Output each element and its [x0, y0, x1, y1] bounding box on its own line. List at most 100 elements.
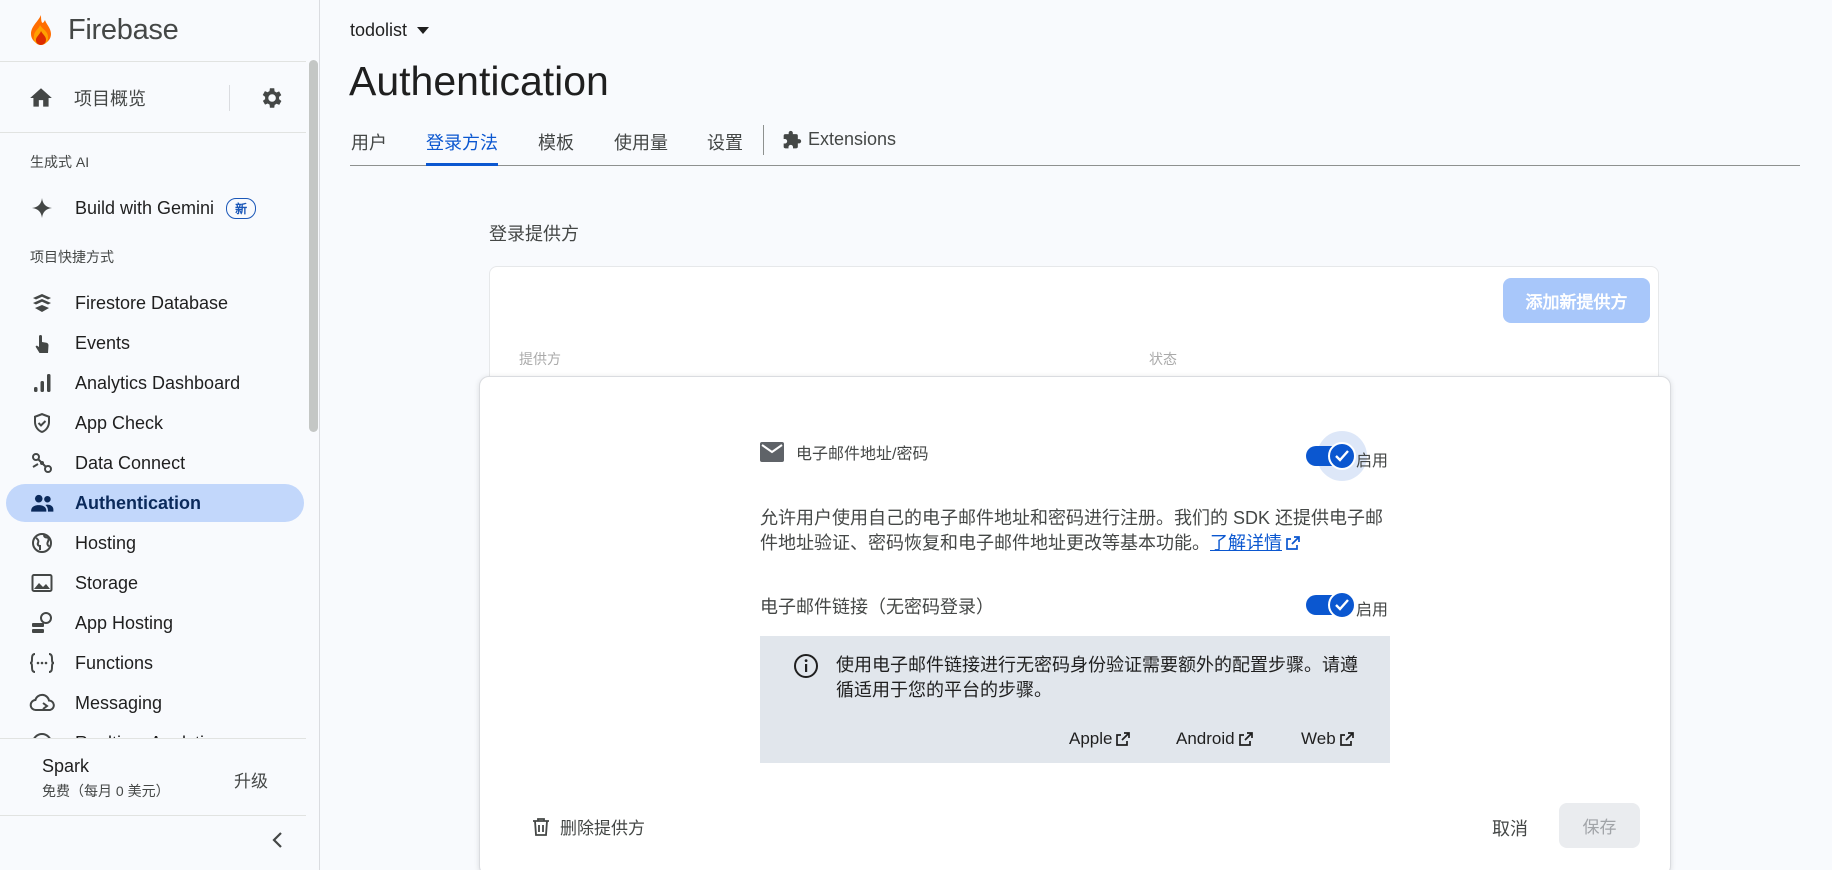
project-selector[interactable]: todolist — [350, 20, 430, 41]
learn-more-link[interactable]: 了解详情 — [1210, 533, 1282, 553]
delete-provider-label: 删除提供方 — [560, 819, 645, 838]
provider-edit-panel — [479, 376, 1671, 870]
plan-description: 免费（每月 0 美元） — [42, 783, 170, 799]
add-provider-button[interactable]: 添加新提供方 — [1503, 278, 1650, 323]
platform-label: Apple — [1069, 729, 1113, 748]
section-title-shortcuts: 项目快捷方式 — [30, 249, 114, 265]
tab-extensions[interactable]: Extensions — [782, 129, 896, 166]
sidebar-item-label: App Check — [75, 412, 164, 433]
open-in-new-icon — [1116, 732, 1131, 746]
sidebar-item-events[interactable]: Events — [6, 324, 304, 362]
divider — [0, 132, 306, 133]
gear-icon[interactable] — [258, 85, 284, 111]
platform-label: Android — [1176, 729, 1235, 748]
platform-label: Web — [1301, 729, 1336, 748]
sidebar-item-label: Functions — [75, 652, 154, 673]
sidebar-item-label: Authentication — [75, 492, 201, 513]
home-icon — [30, 88, 52, 107]
sidebar-scrollbar[interactable] — [309, 60, 318, 432]
sidebar-item-messaging[interactable]: Messaging — [6, 684, 304, 722]
firestore-icon — [29, 290, 55, 316]
sidebar-item-label: Data Connect — [75, 452, 186, 473]
tab-usage[interactable]: 使用量 — [614, 129, 668, 166]
globe-icon — [29, 530, 55, 556]
sidebar-item-analytics-dashboard[interactable]: Analytics Dashboard — [6, 364, 304, 402]
open-in-new-icon — [1286, 536, 1300, 550]
app-hosting-icon — [29, 610, 55, 636]
sidebar-item-app-check[interactable]: App Check — [6, 404, 304, 442]
info-icon — [794, 654, 818, 678]
project-overview-link[interactable]: 项目概览 — [28, 80, 298, 116]
touch-icon — [29, 330, 55, 356]
sidebar-item-label: Storage — [75, 572, 139, 593]
project-overview-label: 项目概览 — [74, 89, 146, 109]
new-badge: 新 — [226, 197, 257, 219]
email-link-label: 电子邮件链接（无密码登录） — [760, 597, 994, 617]
firebase-flame-icon — [31, 15, 51, 46]
column-header-provider: 提供方 — [519, 351, 561, 367]
open-in-new-icon — [1339, 732, 1354, 746]
tab-sign-in-method[interactable]: 登录方法 — [426, 129, 498, 166]
caret-down-icon — [417, 27, 430, 34]
sidebar: Firebase 项目概览 生成式 AI Build with Gemini 新… — [0, 0, 320, 870]
sidebar-item-label: App Hosting — [75, 612, 174, 633]
sidebar-item-app-hosting[interactable]: App Hosting — [6, 604, 304, 642]
email-link-toggle[interactable] — [1306, 591, 1356, 619]
firebase-logo[interactable]: Firebase — [28, 12, 179, 48]
email-provider-description: 允许用户使用自己的电子邮件地址和密码进行注册。我们的 SDK 还提供电子邮件地址… — [760, 506, 1386, 556]
sidebar-item-data-connect[interactable]: Data Connect — [6, 444, 304, 482]
people-icon — [29, 490, 55, 516]
column-header-status: 状态 — [1149, 351, 1177, 367]
cancel-button[interactable]: 取消 — [1492, 815, 1528, 841]
email-provider-label: 电子邮件地址/密码 — [796, 446, 929, 463]
sidebar-item-label: Events — [75, 332, 131, 353]
sidebar-item-hosting[interactable]: Hosting — [6, 524, 304, 562]
tab-extensions-label: Extensions — [808, 129, 897, 149]
sidebar-item-build-with-gemini[interactable]: Build with Gemini 新 — [6, 189, 304, 227]
save-button[interactable]: 保存 — [1559, 803, 1640, 848]
divider — [0, 815, 306, 816]
tab-settings[interactable]: 设置 — [707, 129, 743, 166]
platform-link-web[interactable]: Web — [1301, 729, 1355, 749]
learn-more-text: 了解详情 — [1210, 533, 1282, 553]
providers-title: 登录提供方 — [489, 224, 579, 244]
check-icon — [1328, 442, 1356, 470]
sidebar-item-authentication[interactable]: Authentication — [6, 484, 304, 522]
providers-card — [489, 266, 1659, 386]
sidebar-item-firestore-database[interactable]: Firestore Database — [6, 284, 304, 322]
extensions-icon — [783, 130, 802, 149]
delete-provider-button[interactable]: 删除提供方 — [532, 814, 645, 839]
sidebar-item-functions[interactable]: Functions — [6, 644, 304, 682]
open-in-new-icon — [1238, 732, 1253, 746]
collapse-sidebar-icon[interactable] — [268, 830, 288, 850]
mail-icon — [760, 442, 784, 462]
divider — [763, 125, 764, 155]
section-title-ai: 生成式 AI — [30, 154, 90, 170]
sparkle-icon — [29, 195, 55, 221]
plan-name: Spark — [42, 756, 90, 776]
tab-users[interactable]: 用户 — [351, 129, 387, 166]
functions-icon — [29, 650, 55, 676]
divider — [229, 85, 230, 111]
data-connect-icon — [29, 450, 55, 476]
platform-link-apple[interactable]: Apple — [1069, 729, 1131, 749]
tab-templates[interactable]: 模板 — [538, 129, 574, 166]
tab-bar: 用户 登录方法 模板 使用量 设置 Extensions — [350, 125, 1800, 166]
sidebar-item-storage[interactable]: Storage — [6, 564, 304, 602]
email-password-toggle[interactable] — [1306, 431, 1367, 481]
sidebar-item-label: Hosting — [75, 532, 137, 553]
trash-icon — [533, 817, 549, 836]
image-icon — [29, 570, 55, 596]
page-title: Authentication — [349, 58, 609, 104]
sidebar-item-label: Build with Gemini — [75, 197, 215, 218]
brand-name: Firebase — [68, 13, 179, 46]
email-enabled-label: 启用 — [1356, 453, 1389, 470]
platform-link-android[interactable]: Android — [1176, 729, 1254, 749]
upgrade-button[interactable]: 升级 — [234, 767, 268, 792]
check-icon — [1328, 591, 1356, 619]
info-box: 使用电子邮件链接进行无密码身份验证需要额外的配置步骤。请遵循适用于您的平台的步骤… — [760, 636, 1390, 763]
cloud-messaging-icon — [29, 690, 55, 716]
bar-chart-icon — [29, 370, 55, 396]
shield-check-icon — [29, 410, 55, 436]
sidebar-item-label: Messaging — [75, 692, 163, 713]
